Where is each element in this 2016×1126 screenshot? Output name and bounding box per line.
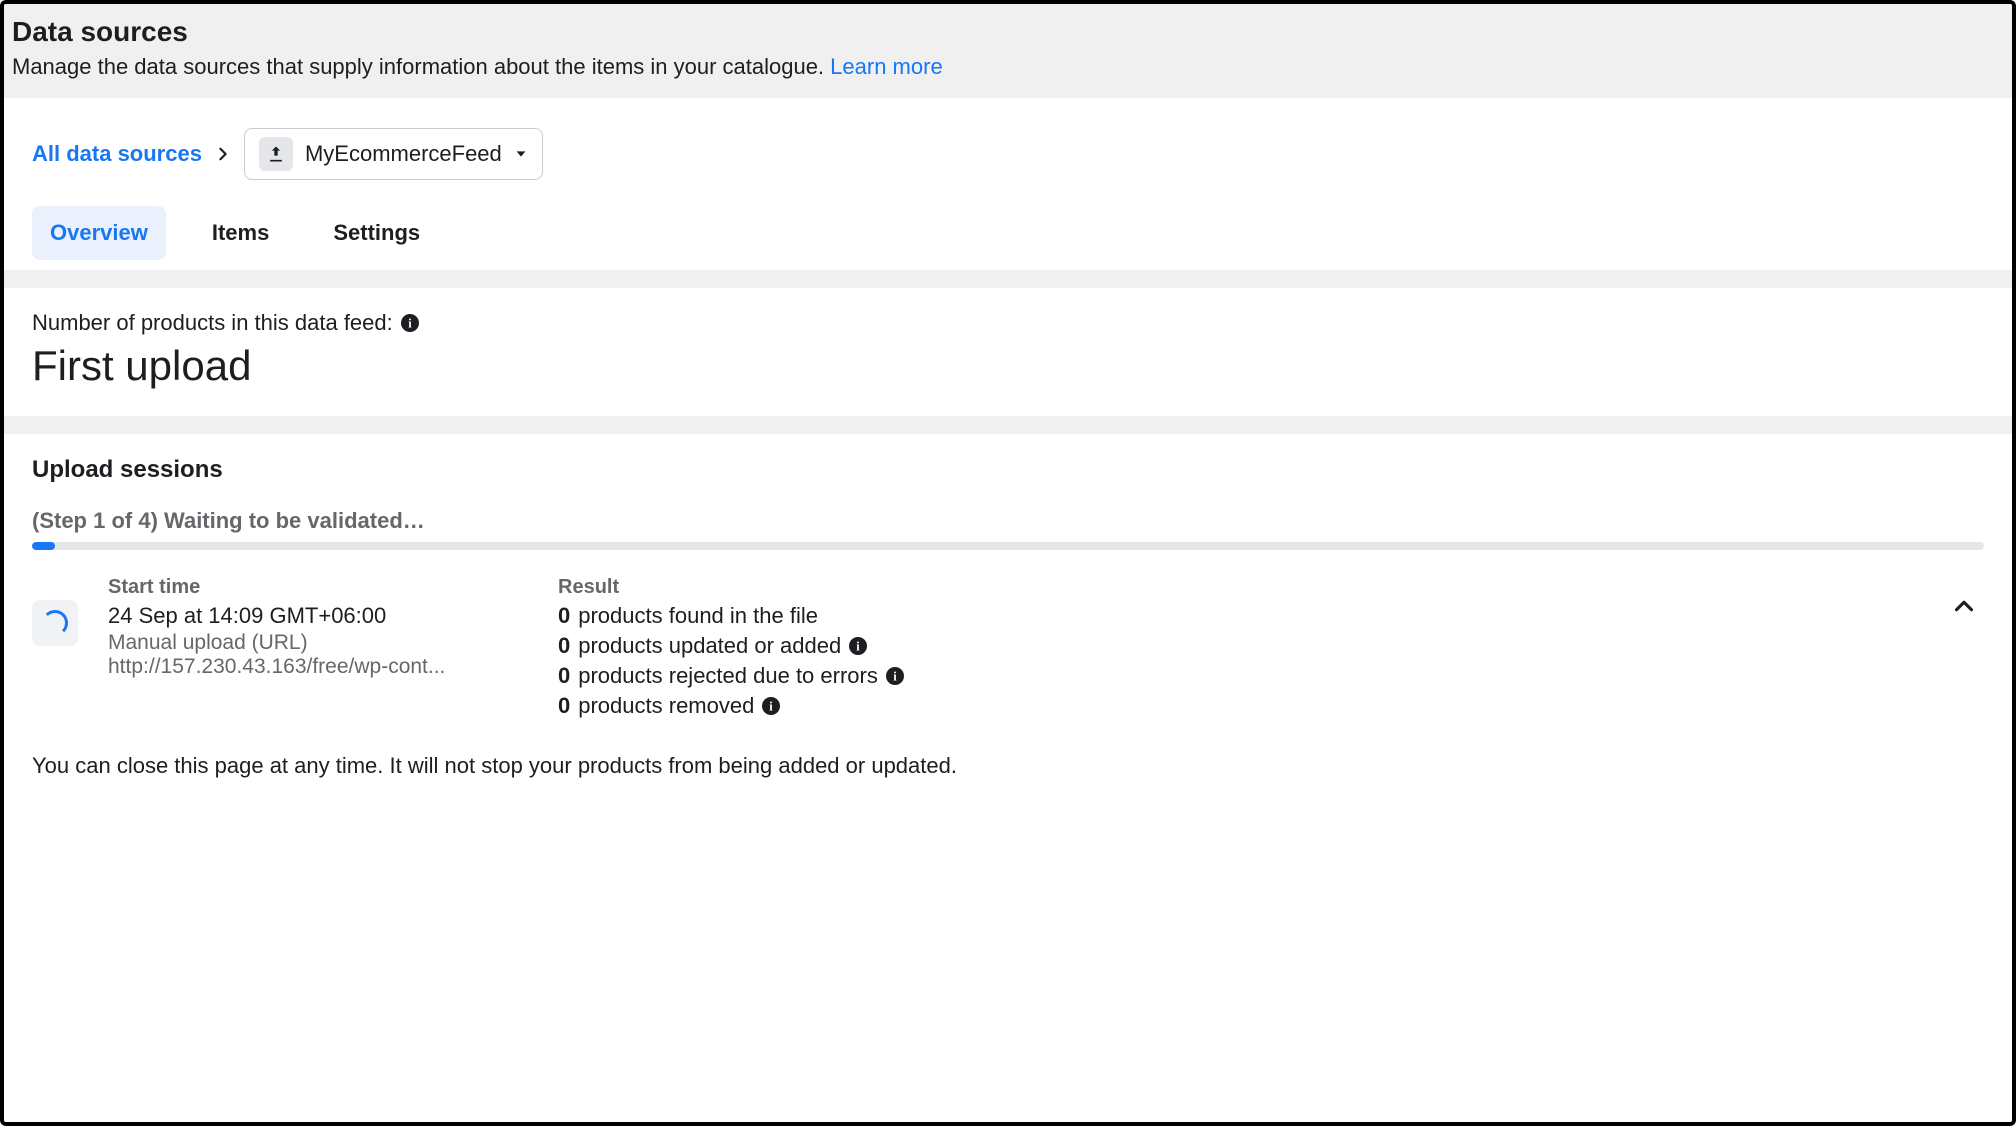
upload-icon	[259, 137, 293, 171]
close-page-note: You can close this page at any time. It …	[32, 753, 1984, 779]
start-time-label: Start time	[108, 576, 528, 599]
svg-text:i: i	[770, 700, 774, 714]
tab-overview[interactable]: Overview	[32, 206, 166, 260]
result-line: 0 products removed i	[558, 693, 1924, 719]
start-time-column: Start time 24 Sep at 14:09 GMT+06:00 Man…	[108, 576, 528, 679]
info-icon[interactable]: i	[886, 667, 904, 685]
product-count-label: Number of products in this data feed: i	[32, 310, 1984, 336]
result-line: 0 products found in the file	[558, 603, 1924, 629]
caret-down-icon	[514, 141, 528, 167]
result-text: products found in the file	[578, 603, 818, 629]
session-row: Start time 24 Sep at 14:09 GMT+06:00 Man…	[32, 576, 1984, 723]
chevron-up-icon	[1954, 603, 1974, 620]
feed-selector-dropdown[interactable]: MyEcommerceFeed	[244, 128, 543, 180]
breadcrumb-panel: All data sources MyEcommerceFeed Overvie…	[4, 106, 2012, 270]
all-data-sources-link[interactable]: All data sources	[32, 141, 202, 167]
collapse-toggle[interactable]	[1954, 576, 1984, 621]
upload-url: http://157.230.43.163/free/wp-cont...	[108, 655, 508, 679]
info-icon[interactable]: i	[401, 314, 419, 332]
info-icon[interactable]: i	[762, 697, 780, 715]
page-subtitle: Manage the data sources that supply info…	[12, 54, 2000, 80]
result-text: products removed	[578, 693, 754, 719]
progress-bar	[32, 542, 1984, 550]
step-label: (Step 1 of 4) Waiting to be validated…	[32, 508, 1984, 534]
upload-method: Manual upload (URL)	[108, 631, 528, 655]
svg-text:i: i	[893, 670, 897, 684]
start-time-value: 24 Sep at 14:09 GMT+06:00	[108, 603, 528, 629]
feed-info-section: Number of products in this data feed: i …	[4, 288, 2012, 416]
upload-sessions-title: Upload sessions	[32, 456, 1984, 484]
result-label: Result	[558, 576, 1924, 599]
tab-items[interactable]: Items	[194, 206, 287, 260]
result-count: 0	[558, 663, 570, 689]
svg-text:i: i	[857, 640, 861, 654]
tab-settings[interactable]: Settings	[315, 206, 438, 260]
result-line: 0 products rejected due to errors i	[558, 663, 1924, 689]
upload-sessions-section: Upload sessions (Step 1 of 4) Waiting to…	[4, 434, 2012, 805]
learn-more-link[interactable]: Learn more	[830, 54, 943, 79]
page-title: Data sources	[12, 16, 2000, 48]
breadcrumb: All data sources MyEcommerceFeed	[32, 128, 1984, 180]
result-count: 0	[558, 603, 570, 629]
result-count: 0	[558, 633, 570, 659]
result-line: 0 products updated or added i	[558, 633, 1924, 659]
tabs: Overview Items Settings	[32, 206, 1984, 260]
page-header: Data sources Manage the data sources tha…	[4, 4, 2012, 98]
result-column: Result 0 products found in the file 0 produ…	[558, 576, 1924, 723]
spinner-icon	[32, 600, 78, 646]
progress-fill	[32, 542, 55, 550]
info-icon[interactable]: i	[849, 637, 867, 655]
svg-text:i: i	[408, 317, 412, 331]
result-text: products updated or added	[578, 633, 841, 659]
result-text: products rejected due to errors	[578, 663, 878, 689]
feed-name: MyEcommerceFeed	[305, 141, 502, 167]
result-count: 0	[558, 693, 570, 719]
feed-status-title: First upload	[32, 342, 1984, 390]
chevron-right-icon	[216, 147, 230, 161]
